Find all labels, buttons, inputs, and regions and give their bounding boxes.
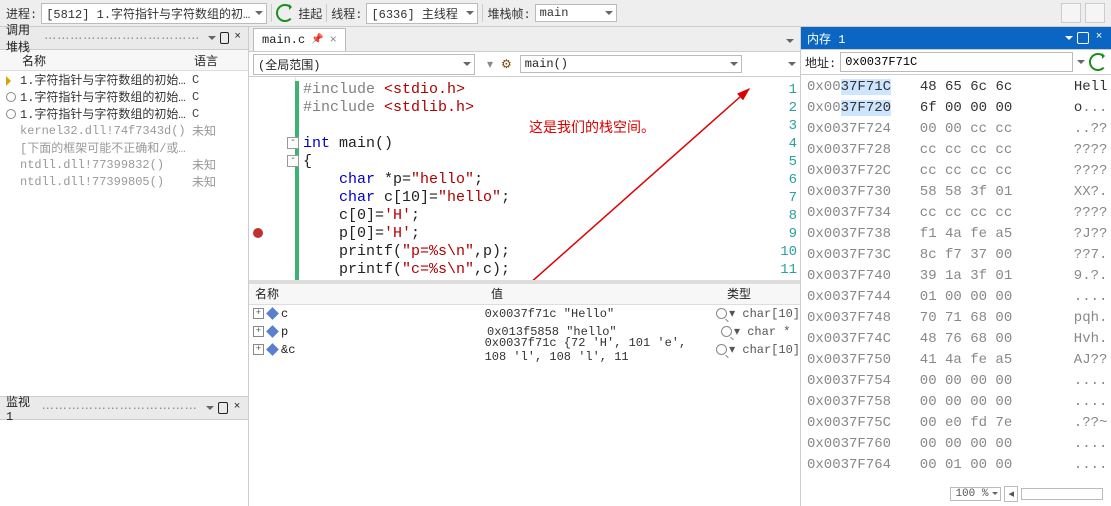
memory-row[interactable]: 0x0037F71C 48 65 6c 6c Hell — [807, 77, 1105, 98]
memory-row[interactable]: 0x0037F73C 8c f7 37 00 ??7. — [807, 245, 1105, 266]
overflow-icon[interactable]: ⋯⋯⋯⋯⋯⋯⋯⋯⋯⋯⋯⋯ — [42, 401, 198, 416]
annotation-text: 这是我们的栈空间。 — [529, 117, 655, 137]
close-icon[interactable]: × — [232, 402, 242, 414]
pin-icon[interactable] — [220, 32, 229, 44]
close-icon[interactable]: × — [330, 33, 337, 47]
dropdown-icon[interactable] — [788, 62, 796, 70]
line-number: 2 — [773, 99, 797, 117]
fold-icon[interactable]: - — [287, 155, 299, 167]
callstack-row[interactable]: 1.字符指针与字符数组的初始化.exe!mainC…C — [0, 105, 248, 122]
col-type[interactable]: 类型 — [721, 285, 800, 302]
tab-label: main.c — [262, 33, 305, 47]
callstack-row[interactable]: ntdll.dll!77399832()未知 — [0, 156, 248, 173]
callstack-row[interactable]: kernel32.dll!74f7343d()未知 — [0, 122, 248, 139]
memory-row[interactable]: 0x0037F740 39 1a 3f 01 9.?. — [807, 266, 1105, 287]
memory-body[interactable]: 0x0037F71C 48 65 6c 6c Hell0x0037F720 6f… — [801, 75, 1111, 506]
callstack-row[interactable]: 1.字符指针与字符数组的初始化.exe!__tmain…C — [0, 88, 248, 105]
memory-row[interactable]: 0x0037F75C 00 e0 fd 7e .??~ — [807, 413, 1105, 434]
line-number: 10 — [773, 243, 797, 261]
memory-row[interactable]: 0x0037F758 00 00 00 00 .... — [807, 392, 1105, 413]
refresh-icon[interactable] — [1089, 53, 1107, 71]
callstack-row[interactable]: ntdll.dll!77399805()未知 — [0, 173, 248, 190]
tab-overflow-icon[interactable] — [786, 39, 794, 47]
callstack-row[interactable]: 1.字符指针与字符数组的初始化.exe!main(…C — [0, 71, 248, 88]
dropdown-icon[interactable] — [208, 36, 216, 44]
watch-body[interactable]: +c0x0037f71c "Hello"▾ char[10]+p0x013f58… — [249, 305, 800, 506]
memory-address-bar: 地址: — [801, 50, 1111, 75]
code-editor[interactable]: #include <stdio.h>#include <stdlib.h>int… — [249, 77, 800, 280]
memory-row[interactable]: 0x0037F730 58 58 3f 01 XX?. — [807, 182, 1105, 203]
watch-header: 名称 值 类型 — [249, 284, 800, 305]
memory-title[interactable]: 内存 1 × — [801, 27, 1111, 50]
address-label: 地址: — [805, 54, 836, 71]
col-value[interactable]: 值 — [485, 285, 721, 302]
top-toolbar: 进程: [5812] 1.字符指针与字符数组的初… 挂起 线程: [6336] … — [0, 0, 1111, 27]
memory-row[interactable]: 0x0037F74C 48 76 68 00 Hvh. — [807, 329, 1105, 350]
memory-row[interactable]: 0x0037F724 00 00 cc cc ..?? — [807, 119, 1105, 140]
watch-pane: 监视 1 ⋯⋯⋯⋯⋯⋯⋯⋯⋯⋯⋯⋯ × — [0, 396, 248, 506]
stackframe-label: 堆栈帧: — [487, 5, 530, 22]
memory-row[interactable]: 0x0037F750 41 4a fe a5 AJ?? — [807, 350, 1105, 371]
memory-row[interactable]: 0x0037F720 6f 00 00 00 o... — [807, 98, 1105, 119]
watch-row[interactable]: +c0x0037f71c "Hello"▾ char[10] — [249, 305, 800, 323]
dropdown-icon[interactable] — [1077, 60, 1085, 68]
process-dropdown[interactable]: [5812] 1.字符指针与字符数组的初… — [41, 3, 267, 24]
watch-row[interactable]: +&c0x0037f71c {72 'H', 101 'e', 108 'l',… — [249, 341, 800, 359]
pin-icon[interactable] — [218, 402, 228, 414]
dropdown-icon[interactable] — [1065, 36, 1073, 44]
zoom-control[interactable]: 100 % ◂ — [950, 486, 1103, 502]
line-number: 7 — [773, 189, 797, 207]
memory-row[interactable]: 0x0037F748 70 71 68 00 pqh. — [807, 308, 1105, 329]
line-number: 6 — [773, 171, 797, 189]
memory-row[interactable]: 0x0037F734 cc cc cc cc ???? — [807, 203, 1105, 224]
stackframe-dropdown[interactable]: main — [535, 4, 617, 22]
memory-row[interactable]: 0x0037F728 cc cc cc cc ???? — [807, 140, 1105, 161]
function-dropdown[interactable]: main() — [520, 55, 742, 73]
line-number: 12 — [773, 279, 797, 280]
overflow-icon[interactable]: ⋯⋯⋯⋯⋯⋯⋯⋯⋯⋯⋯⋯ — [44, 31, 200, 46]
line-number: 11 — [773, 261, 797, 279]
close-icon[interactable]: × — [233, 32, 242, 44]
dropdown-icon[interactable] — [206, 406, 214, 414]
process-label: 进程: — [6, 5, 37, 22]
refresh-icon[interactable] — [276, 4, 294, 22]
memory-row[interactable]: 0x0037F72C cc cc cc cc ???? — [807, 161, 1105, 182]
memory-row[interactable]: 0x0037F744 01 00 00 00 .... — [807, 287, 1105, 308]
tool-icon[interactable] — [1061, 3, 1081, 23]
fold-icon[interactable]: - — [287, 137, 299, 149]
tab-mainc[interactable]: main.c 📌 × — [253, 28, 346, 51]
breakpoint-icon[interactable] — [253, 228, 263, 238]
memory-row[interactable]: 0x0037F760 00 00 00 00 .... — [807, 434, 1105, 455]
thread-label: 线程: — [331, 5, 362, 22]
line-number: 4 — [773, 135, 797, 153]
watch-title[interactable]: 监视 1 ⋯⋯⋯⋯⋯⋯⋯⋯⋯⋯⋯⋯ × — [0, 397, 248, 420]
memory-row[interactable]: 0x0037F738 f1 4a fe a5 ?J?? — [807, 224, 1105, 245]
callstack-row[interactable]: [下面的框架可能不正确和/或缺失，没有为 — [0, 139, 248, 156]
scope-dropdown[interactable]: (全局范围) — [253, 54, 475, 75]
thread-dropdown[interactable]: [6336] 主线程 — [366, 3, 478, 24]
col-lang[interactable]: 语言 — [190, 52, 248, 69]
pin-icon[interactable]: 📌 — [311, 34, 323, 46]
callstack-body[interactable]: 1.字符指针与字符数组的初始化.exe!main(…C1.字符指针与字符数组的初… — [0, 71, 248, 396]
line-number: 3 — [773, 117, 797, 135]
tool-icon[interactable] — [1085, 3, 1105, 23]
memory-row[interactable]: 0x0037F764 00 01 00 00 .... — [807, 455, 1105, 476]
pin-icon[interactable] — [1077, 32, 1089, 44]
col-name[interactable]: 名称 — [249, 285, 485, 302]
address-input[interactable] — [840, 52, 1073, 72]
suspend-button[interactable]: 挂起 — [298, 5, 322, 22]
breadcrumb-bar: (全局范围) ▾ ⚙ main() — [249, 52, 800, 77]
editor-tabbar: main.c 📌 × — [249, 27, 800, 52]
memory-row[interactable]: 0x0037F754 00 00 00 00 .... — [807, 371, 1105, 392]
close-icon[interactable]: × — [1093, 32, 1105, 44]
line-number: 5 — [773, 153, 797, 171]
callstack-title[interactable]: 调用堆栈 ⋯⋯⋯⋯⋯⋯⋯⋯⋯⋯⋯⋯ × — [0, 27, 248, 50]
line-number: 8 — [773, 207, 797, 225]
line-number: 9 — [773, 225, 797, 243]
line-number: 1 — [773, 81, 797, 99]
